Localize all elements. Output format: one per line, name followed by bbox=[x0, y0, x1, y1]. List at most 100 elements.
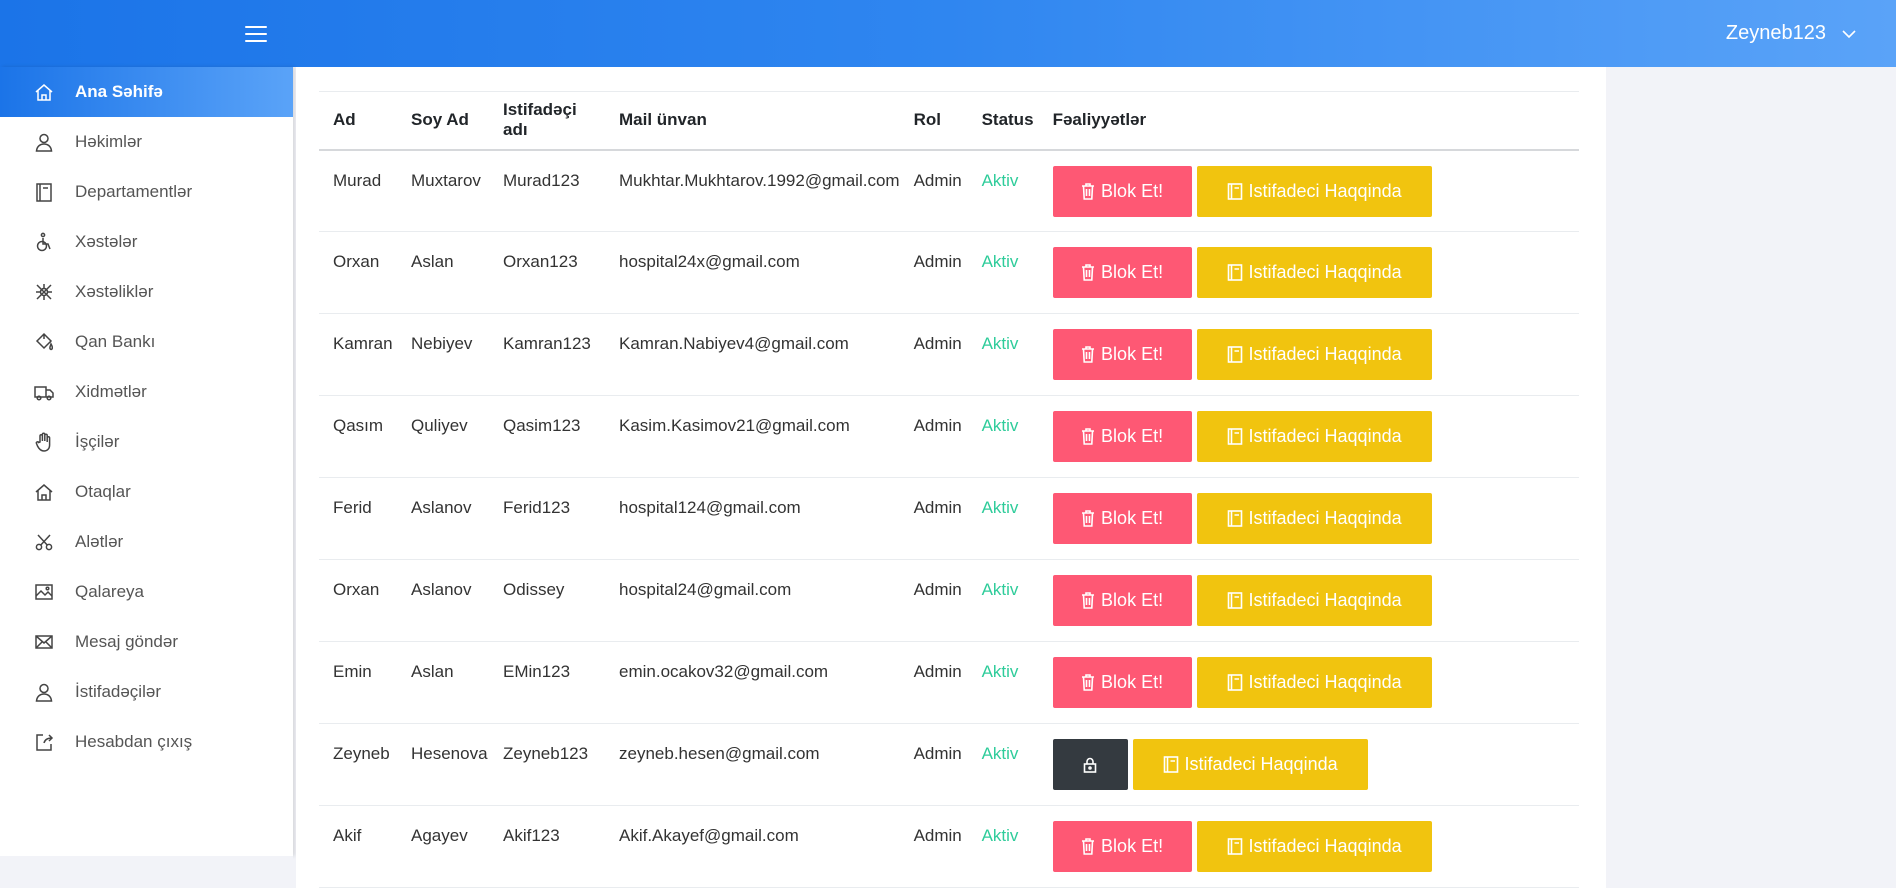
book-icon bbox=[1227, 428, 1243, 445]
cell-ad: Ferid bbox=[319, 477, 397, 560]
user-info-button[interactable]: Istifadeci Haqqinda bbox=[1196, 329, 1432, 380]
cell-soyad: Hesenova bbox=[397, 723, 489, 806]
user-icon bbox=[33, 131, 55, 153]
sidebar-item-label: Xəstələr bbox=[75, 232, 138, 251]
block-button[interactable]: Blok Et! bbox=[1052, 329, 1192, 380]
table-row: Orxan Aslan Orxan123 hospital24x@gmail.com A… bbox=[319, 231, 1579, 314]
sidebar-item-3[interactable]: Xəstələr bbox=[0, 217, 293, 267]
user-info-button[interactable]: Istifadeci Haqqinda bbox=[1132, 739, 1368, 790]
cell-soyad: Muxtarov bbox=[397, 149, 489, 232]
cell-mail: Mukhtar.Mukhtarov.1992@gmail.com bbox=[605, 149, 900, 232]
cell-status: Aktiv bbox=[967, 641, 1039, 724]
cell-status: Aktiv bbox=[967, 559, 1039, 642]
sidebar-item-4[interactable]: Xəstəliklər bbox=[0, 267, 293, 317]
cell-username: Murad123 bbox=[489, 149, 605, 232]
block-button-label: Blok Et! bbox=[1101, 836, 1164, 856]
sidebar-item-13[interactable]: Hesabdan çıxış bbox=[0, 717, 293, 767]
cell-rol: Admin bbox=[899, 805, 968, 888]
cell-ad: Orxan bbox=[319, 559, 397, 642]
hamburger-icon[interactable] bbox=[245, 26, 267, 44]
sidebar-item-label: Qalareya bbox=[75, 582, 144, 601]
sidebar-item-11[interactable]: Mesaj göndər bbox=[0, 617, 293, 667]
sidebar-item-label: Ana Səhifə bbox=[75, 82, 163, 101]
cell-mail: Kasim.Kasimov21@gmail.com bbox=[605, 395, 900, 478]
block-button-label: Blok Et! bbox=[1101, 180, 1164, 201]
block-button[interactable]: Blok Et! bbox=[1052, 821, 1192, 872]
block-button[interactable]: Blok Et! bbox=[1052, 657, 1192, 708]
main-content: Ad Soy Ad Istifadəçi adı Mail ünvan Rol Statu… bbox=[296, 67, 1606, 888]
cell-mail: hospital24@gmail.com bbox=[605, 559, 900, 642]
block-button[interactable]: Blok Et! bbox=[1052, 575, 1192, 626]
user-info-button[interactable]: Istifadeci Haqqinda bbox=[1196, 575, 1432, 626]
table-body: Murad Muxtarov Murad123 Mukhtar.Mukhtarov.1… bbox=[319, 149, 1579, 888]
sidebar-item-6[interactable]: Xidmətlər bbox=[0, 367, 293, 417]
unlock-button[interactable] bbox=[1052, 739, 1128, 790]
trash-icon bbox=[1081, 428, 1095, 445]
username-label: Zeyneb123 bbox=[1725, 22, 1826, 44]
user-info-button-label: Istifadeci Haqqinda bbox=[1248, 262, 1402, 282]
column-header: Rol bbox=[913, 110, 941, 130]
cell-username: EMin123 bbox=[489, 641, 605, 724]
book-icon bbox=[1227, 346, 1243, 363]
user-info-button[interactable]: Istifadeci Haqqinda bbox=[1196, 821, 1432, 872]
block-button[interactable]: Blok Et! bbox=[1052, 247, 1192, 298]
sidebar-item-label: İşçilər bbox=[75, 432, 120, 451]
cell-username: Odissey bbox=[489, 559, 605, 642]
cell-actions: Blok Et! Istifadeci Haqqinda bbox=[1038, 395, 1579, 478]
trash-icon bbox=[1081, 346, 1095, 363]
table-row: Qasım Quliyev Qasim123 Kasim.Kasimov21@gmai… bbox=[319, 395, 1579, 478]
paint-bucket-icon bbox=[33, 331, 55, 353]
user-info-button[interactable]: Istifadeci Haqqinda bbox=[1196, 411, 1432, 462]
block-button-label: Blok Et! bbox=[1101, 672, 1164, 692]
user-info-button-label: Istifadeci Haqqinda bbox=[1248, 426, 1402, 446]
book-icon bbox=[1227, 182, 1243, 200]
sidebar-item-12[interactable]: İstifadəçilər bbox=[0, 667, 293, 717]
column-header: Istifadəçi adı bbox=[503, 100, 577, 140]
sidebar-item-2[interactable]: Departamentlər bbox=[0, 167, 293, 217]
cell-mail: Akif.Akayef@gmail.com bbox=[605, 805, 900, 888]
user-icon bbox=[33, 681, 55, 703]
logout-icon bbox=[33, 731, 55, 753]
chevron-down-icon bbox=[1842, 22, 1856, 45]
book-icon bbox=[1227, 510, 1243, 527]
cell-rol: Admin bbox=[899, 641, 968, 724]
sidebar-item-1[interactable]: Həkimlər bbox=[0, 117, 293, 167]
block-button-label: Blok Et! bbox=[1101, 262, 1164, 282]
block-button-label: Blok Et! bbox=[1101, 344, 1164, 364]
sidebar-item-0[interactable]: Ana Səhifə bbox=[0, 67, 293, 117]
sidebar-item-5[interactable]: Qan Bankı bbox=[0, 317, 293, 367]
sidebar-item-9[interactable]: Alətlər bbox=[0, 517, 293, 567]
cell-actions: Blok Et! Istifadeci Haqqinda bbox=[1038, 641, 1579, 724]
cell-mail: Kamran.Nabiyev4@gmail.com bbox=[605, 313, 900, 396]
block-button[interactable]: Blok Et! bbox=[1052, 411, 1192, 462]
cell-actions: Blok Et! Istifadeci Haqqinda bbox=[1038, 559, 1579, 642]
cell-mail: emin.ocakov32@gmail.com bbox=[605, 641, 900, 724]
truck-icon bbox=[33, 381, 55, 403]
wheelchair-icon bbox=[33, 231, 55, 253]
user-menu[interactable]: Zeyneb123 bbox=[1726, 22, 1856, 45]
user-info-button[interactable]: Istifadeci Haqqinda bbox=[1196, 247, 1432, 298]
right-background bbox=[1606, 67, 1896, 888]
sidebar-item-8[interactable]: Otaqlar bbox=[0, 467, 293, 517]
block-button[interactable]: Blok Et! bbox=[1052, 493, 1192, 544]
sidebar: Ana Səhifə Həkimlər Departamentlər Xəstələr… bbox=[0, 67, 293, 856]
user-info-button[interactable]: Istifadeci Haqqinda bbox=[1196, 657, 1432, 708]
cell-soyad: Aslanov bbox=[397, 477, 489, 560]
cell-actions: Blok Et! Istifadeci Haqqinda bbox=[1038, 313, 1579, 396]
sidebar-item-10[interactable]: Qalareya bbox=[0, 567, 293, 617]
table-row: Kamran Nebiyev Kamran123 Kamran.Nabiyev4@gm… bbox=[319, 313, 1579, 396]
cell-mail: hospital124@gmail.com bbox=[605, 477, 900, 560]
cell-soyad: Agayev bbox=[397, 805, 489, 888]
cell-ad: Kamran bbox=[319, 313, 397, 396]
sidebar-item-7[interactable]: İşçilər bbox=[0, 417, 293, 467]
book-icon bbox=[1227, 838, 1243, 855]
cell-rol: Admin bbox=[899, 477, 968, 560]
cell-soyad: Quliyev bbox=[397, 395, 489, 478]
user-info-button[interactable]: Istifadeci Haqqinda bbox=[1196, 165, 1432, 217]
user-info-button[interactable]: Istifadeci Haqqinda bbox=[1196, 493, 1432, 544]
table-row: Emin Aslan EMin123 emin.ocakov32@gmail.com A… bbox=[319, 641, 1579, 724]
block-button[interactable]: Blok Et! bbox=[1052, 165, 1192, 217]
envelope-icon bbox=[33, 631, 55, 653]
cell-rol: Admin bbox=[899, 395, 968, 478]
cell-rol: Admin bbox=[899, 723, 968, 806]
